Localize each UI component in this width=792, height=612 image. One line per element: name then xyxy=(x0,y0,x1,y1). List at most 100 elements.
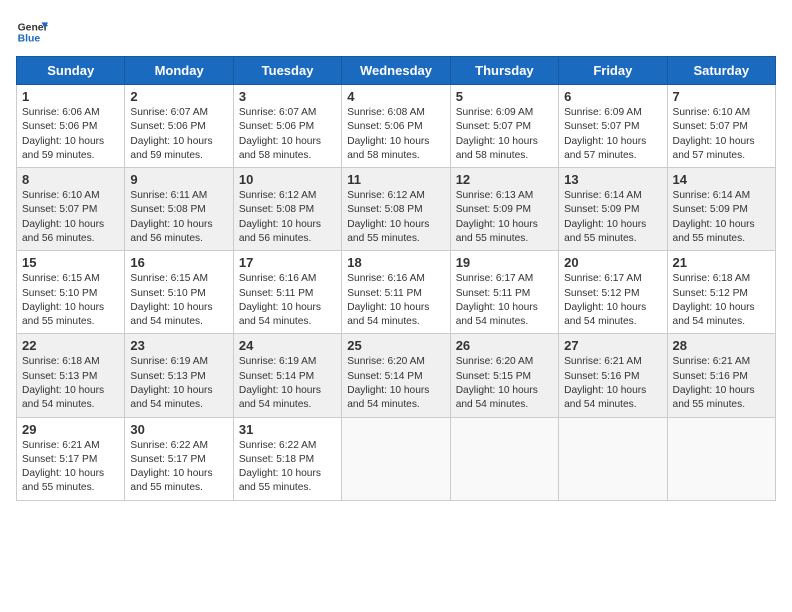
calendar-cell: 12 Sunrise: 6:13 AMSunset: 5:09 PMDayligh… xyxy=(450,168,558,251)
calendar-cell: 9Sunrise: 6:11 AMSunset: 5:08 PMDaylight… xyxy=(125,168,233,251)
day-info: Sunrise: 6:19 AMSunset: 5:14 PMDaylight:… xyxy=(239,355,336,412)
day-number: 29 xyxy=(22,422,119,437)
calendar-cell xyxy=(667,417,775,500)
day-header-monday: Monday xyxy=(125,57,233,85)
day-number: 27 xyxy=(564,338,661,353)
day-number: 22 xyxy=(22,338,119,353)
calendar-cell: 6Sunrise: 6:09 AMSunset: 5:07 PMDaylight… xyxy=(559,85,667,168)
calendar-cell: 14 Sunrise: 6:14 AMSunset: 5:09 PMDayligh… xyxy=(667,168,775,251)
calendar-cell: 8 Sunrise: 6:10 AMSunset: 5:07 PMDaylight… xyxy=(17,168,125,251)
calendar-cell: 19 Sunrise: 6:17 AMSunset: 5:11 PMDayligh… xyxy=(450,251,558,334)
day-number: 31 xyxy=(239,422,336,437)
day-info: Sunrise: 6:08 AMSunset: 5:06 PMDaylight:… xyxy=(347,106,444,163)
day-number: 19 xyxy=(456,255,553,270)
day-info: Sunrise: 6:22 AMSunset: 5:17 PMDaylight:… xyxy=(130,439,227,496)
calendar-cell xyxy=(450,417,558,500)
day-number: 23 xyxy=(130,338,227,353)
day-info: Sunrise: 6:20 AMSunset: 5:15 PMDaylight:… xyxy=(456,355,553,412)
logo: General Blue xyxy=(16,16,48,48)
calendar-cell: 28 Sunrise: 6:21 AMSunset: 5:16 PMDayligh… xyxy=(667,334,775,417)
svg-text:Blue: Blue xyxy=(18,34,41,45)
day-number: 6 xyxy=(564,89,661,104)
day-number: 20 xyxy=(564,255,661,270)
calendar-cell xyxy=(559,417,667,500)
day-number: 18 xyxy=(347,255,444,270)
logo-icon: General Blue xyxy=(16,16,48,48)
day-header-wednesday: Wednesday xyxy=(342,57,450,85)
calendar-cell: 1 Sunrise: 6:06 AMSunset: 5:06 PMDaylight… xyxy=(17,85,125,168)
day-info: Sunrise: 6:17 AMSunset: 5:12 PMDaylight:… xyxy=(564,272,661,329)
day-number: 11 xyxy=(347,172,444,187)
day-header-saturday: Saturday xyxy=(667,57,775,85)
week-row-1: 1 Sunrise: 6:06 AMSunset: 5:06 PMDaylight… xyxy=(17,85,776,168)
day-info: Sunrise: 6:16 AMSunset: 5:11 PMDaylight:… xyxy=(347,272,444,329)
day-info: Sunrise: 6:21 AMSunset: 5:16 PMDaylight:… xyxy=(673,355,770,412)
header-row: SundayMondayTuesdayWednesdayThursdayFrid… xyxy=(17,57,776,85)
calendar-cell: 25 Sunrise: 6:20 AMSunset: 5:14 PMDayligh… xyxy=(342,334,450,417)
day-info: Sunrise: 6:10 AMSunset: 5:07 PMDaylight:… xyxy=(22,189,119,246)
calendar-cell: 20 Sunrise: 6:17 AMSunset: 5:12 PMDayligh… xyxy=(559,251,667,334)
day-number: 21 xyxy=(673,255,770,270)
day-number: 16 xyxy=(130,255,227,270)
day-header-friday: Friday xyxy=(559,57,667,85)
day-header-sunday: Sunday xyxy=(17,57,125,85)
day-info: Sunrise: 6:21 AMSunset: 5:17 PMDaylight:… xyxy=(22,439,119,496)
day-number: 1 xyxy=(22,89,119,104)
calendar-cell: 2 Sunrise: 6:07 AMSunset: 5:06 PMDaylight… xyxy=(125,85,233,168)
day-info: Sunrise: 6:14 AMSunset: 5:09 PMDaylight:… xyxy=(564,189,661,246)
day-header-tuesday: Tuesday xyxy=(233,57,341,85)
day-number: 9 xyxy=(130,172,227,187)
page-header: General Blue xyxy=(16,16,776,48)
calendar-cell: 7 Sunrise: 6:10 AMSunset: 5:07 PMDaylight… xyxy=(667,85,775,168)
calendar-cell: 5 Sunrise: 6:09 AMSunset: 5:07 PMDaylight… xyxy=(450,85,558,168)
calendar-cell: 21 Sunrise: 6:18 AMSunset: 5:12 PMDayligh… xyxy=(667,251,775,334)
calendar-cell: 29 Sunrise: 6:21 AMSunset: 5:17 PMDayligh… xyxy=(17,417,125,500)
day-info: Sunrise: 6:06 AMSunset: 5:06 PMDaylight:… xyxy=(22,106,119,163)
day-number: 26 xyxy=(456,338,553,353)
week-row-4: 22 Sunrise: 6:18 AMSunset: 5:13 PMDayligh… xyxy=(17,334,776,417)
calendar-cell xyxy=(342,417,450,500)
day-number: 8 xyxy=(22,172,119,187)
day-number: 2 xyxy=(130,89,227,104)
calendar-cell: 18 Sunrise: 6:16 AMSunset: 5:11 PMDayligh… xyxy=(342,251,450,334)
day-info: Sunrise: 6:18 AMSunset: 5:13 PMDaylight:… xyxy=(22,355,119,412)
day-info: Sunrise: 6:18 AMSunset: 5:12 PMDaylight:… xyxy=(673,272,770,329)
calendar-cell: 4 Sunrise: 6:08 AMSunset: 5:06 PMDaylight… xyxy=(342,85,450,168)
day-number: 7 xyxy=(673,89,770,104)
calendar-table: SundayMondayTuesdayWednesdayThursdayFrid… xyxy=(16,56,776,501)
calendar-cell: 16Sunrise: 6:15 AMSunset: 5:10 PMDayligh… xyxy=(125,251,233,334)
day-number: 12 xyxy=(456,172,553,187)
day-info: Sunrise: 6:13 AMSunset: 5:09 PMDaylight:… xyxy=(456,189,553,246)
day-header-thursday: Thursday xyxy=(450,57,558,85)
calendar-cell: 31 Sunrise: 6:22 AMSunset: 5:18 PMDayligh… xyxy=(233,417,341,500)
day-number: 4 xyxy=(347,89,444,104)
day-number: 14 xyxy=(673,172,770,187)
day-info: Sunrise: 6:17 AMSunset: 5:11 PMDaylight:… xyxy=(456,272,553,329)
day-info: Sunrise: 6:07 AMSunset: 5:06 PMDaylight:… xyxy=(130,106,227,163)
calendar-cell: 27Sunrise: 6:21 AMSunset: 5:16 PMDayligh… xyxy=(559,334,667,417)
calendar-cell: 13 Sunrise: 6:14 AMSunset: 5:09 PMDayligh… xyxy=(559,168,667,251)
calendar-cell: 10Sunrise: 6:12 AMSunset: 5:08 PMDayligh… xyxy=(233,168,341,251)
day-info: Sunrise: 6:15 AMSunset: 5:10 PMDaylight:… xyxy=(22,272,119,329)
calendar-cell: 17Sunrise: 6:16 AMSunset: 5:11 PMDayligh… xyxy=(233,251,341,334)
day-number: 24 xyxy=(239,338,336,353)
calendar-cell: 26 Sunrise: 6:20 AMSunset: 5:15 PMDayligh… xyxy=(450,334,558,417)
day-info: Sunrise: 6:10 AMSunset: 5:07 PMDaylight:… xyxy=(673,106,770,163)
calendar-cell: 3Sunrise: 6:07 AMSunset: 5:06 PMDaylight… xyxy=(233,85,341,168)
calendar-cell: 30Sunrise: 6:22 AMSunset: 5:17 PMDayligh… xyxy=(125,417,233,500)
calendar-cell: 22 Sunrise: 6:18 AMSunset: 5:13 PMDayligh… xyxy=(17,334,125,417)
day-info: Sunrise: 6:09 AMSunset: 5:07 PMDaylight:… xyxy=(456,106,553,163)
day-info: Sunrise: 6:22 AMSunset: 5:18 PMDaylight:… xyxy=(239,439,336,496)
day-number: 13 xyxy=(564,172,661,187)
week-row-2: 8 Sunrise: 6:10 AMSunset: 5:07 PMDaylight… xyxy=(17,168,776,251)
day-info: Sunrise: 6:12 AMSunset: 5:08 PMDaylight:… xyxy=(347,189,444,246)
day-info: Sunrise: 6:14 AMSunset: 5:09 PMDaylight:… xyxy=(673,189,770,246)
day-number: 25 xyxy=(347,338,444,353)
day-info: Sunrise: 6:19 AMSunset: 5:13 PMDaylight:… xyxy=(130,355,227,412)
calendar-cell: 11 Sunrise: 6:12 AMSunset: 5:08 PMDayligh… xyxy=(342,168,450,251)
calendar-cell: 23 Sunrise: 6:19 AMSunset: 5:13 PMDayligh… xyxy=(125,334,233,417)
week-row-5: 29 Sunrise: 6:21 AMSunset: 5:17 PMDayligh… xyxy=(17,417,776,500)
day-number: 28 xyxy=(673,338,770,353)
day-number: 5 xyxy=(456,89,553,104)
day-info: Sunrise: 6:20 AMSunset: 5:14 PMDaylight:… xyxy=(347,355,444,412)
